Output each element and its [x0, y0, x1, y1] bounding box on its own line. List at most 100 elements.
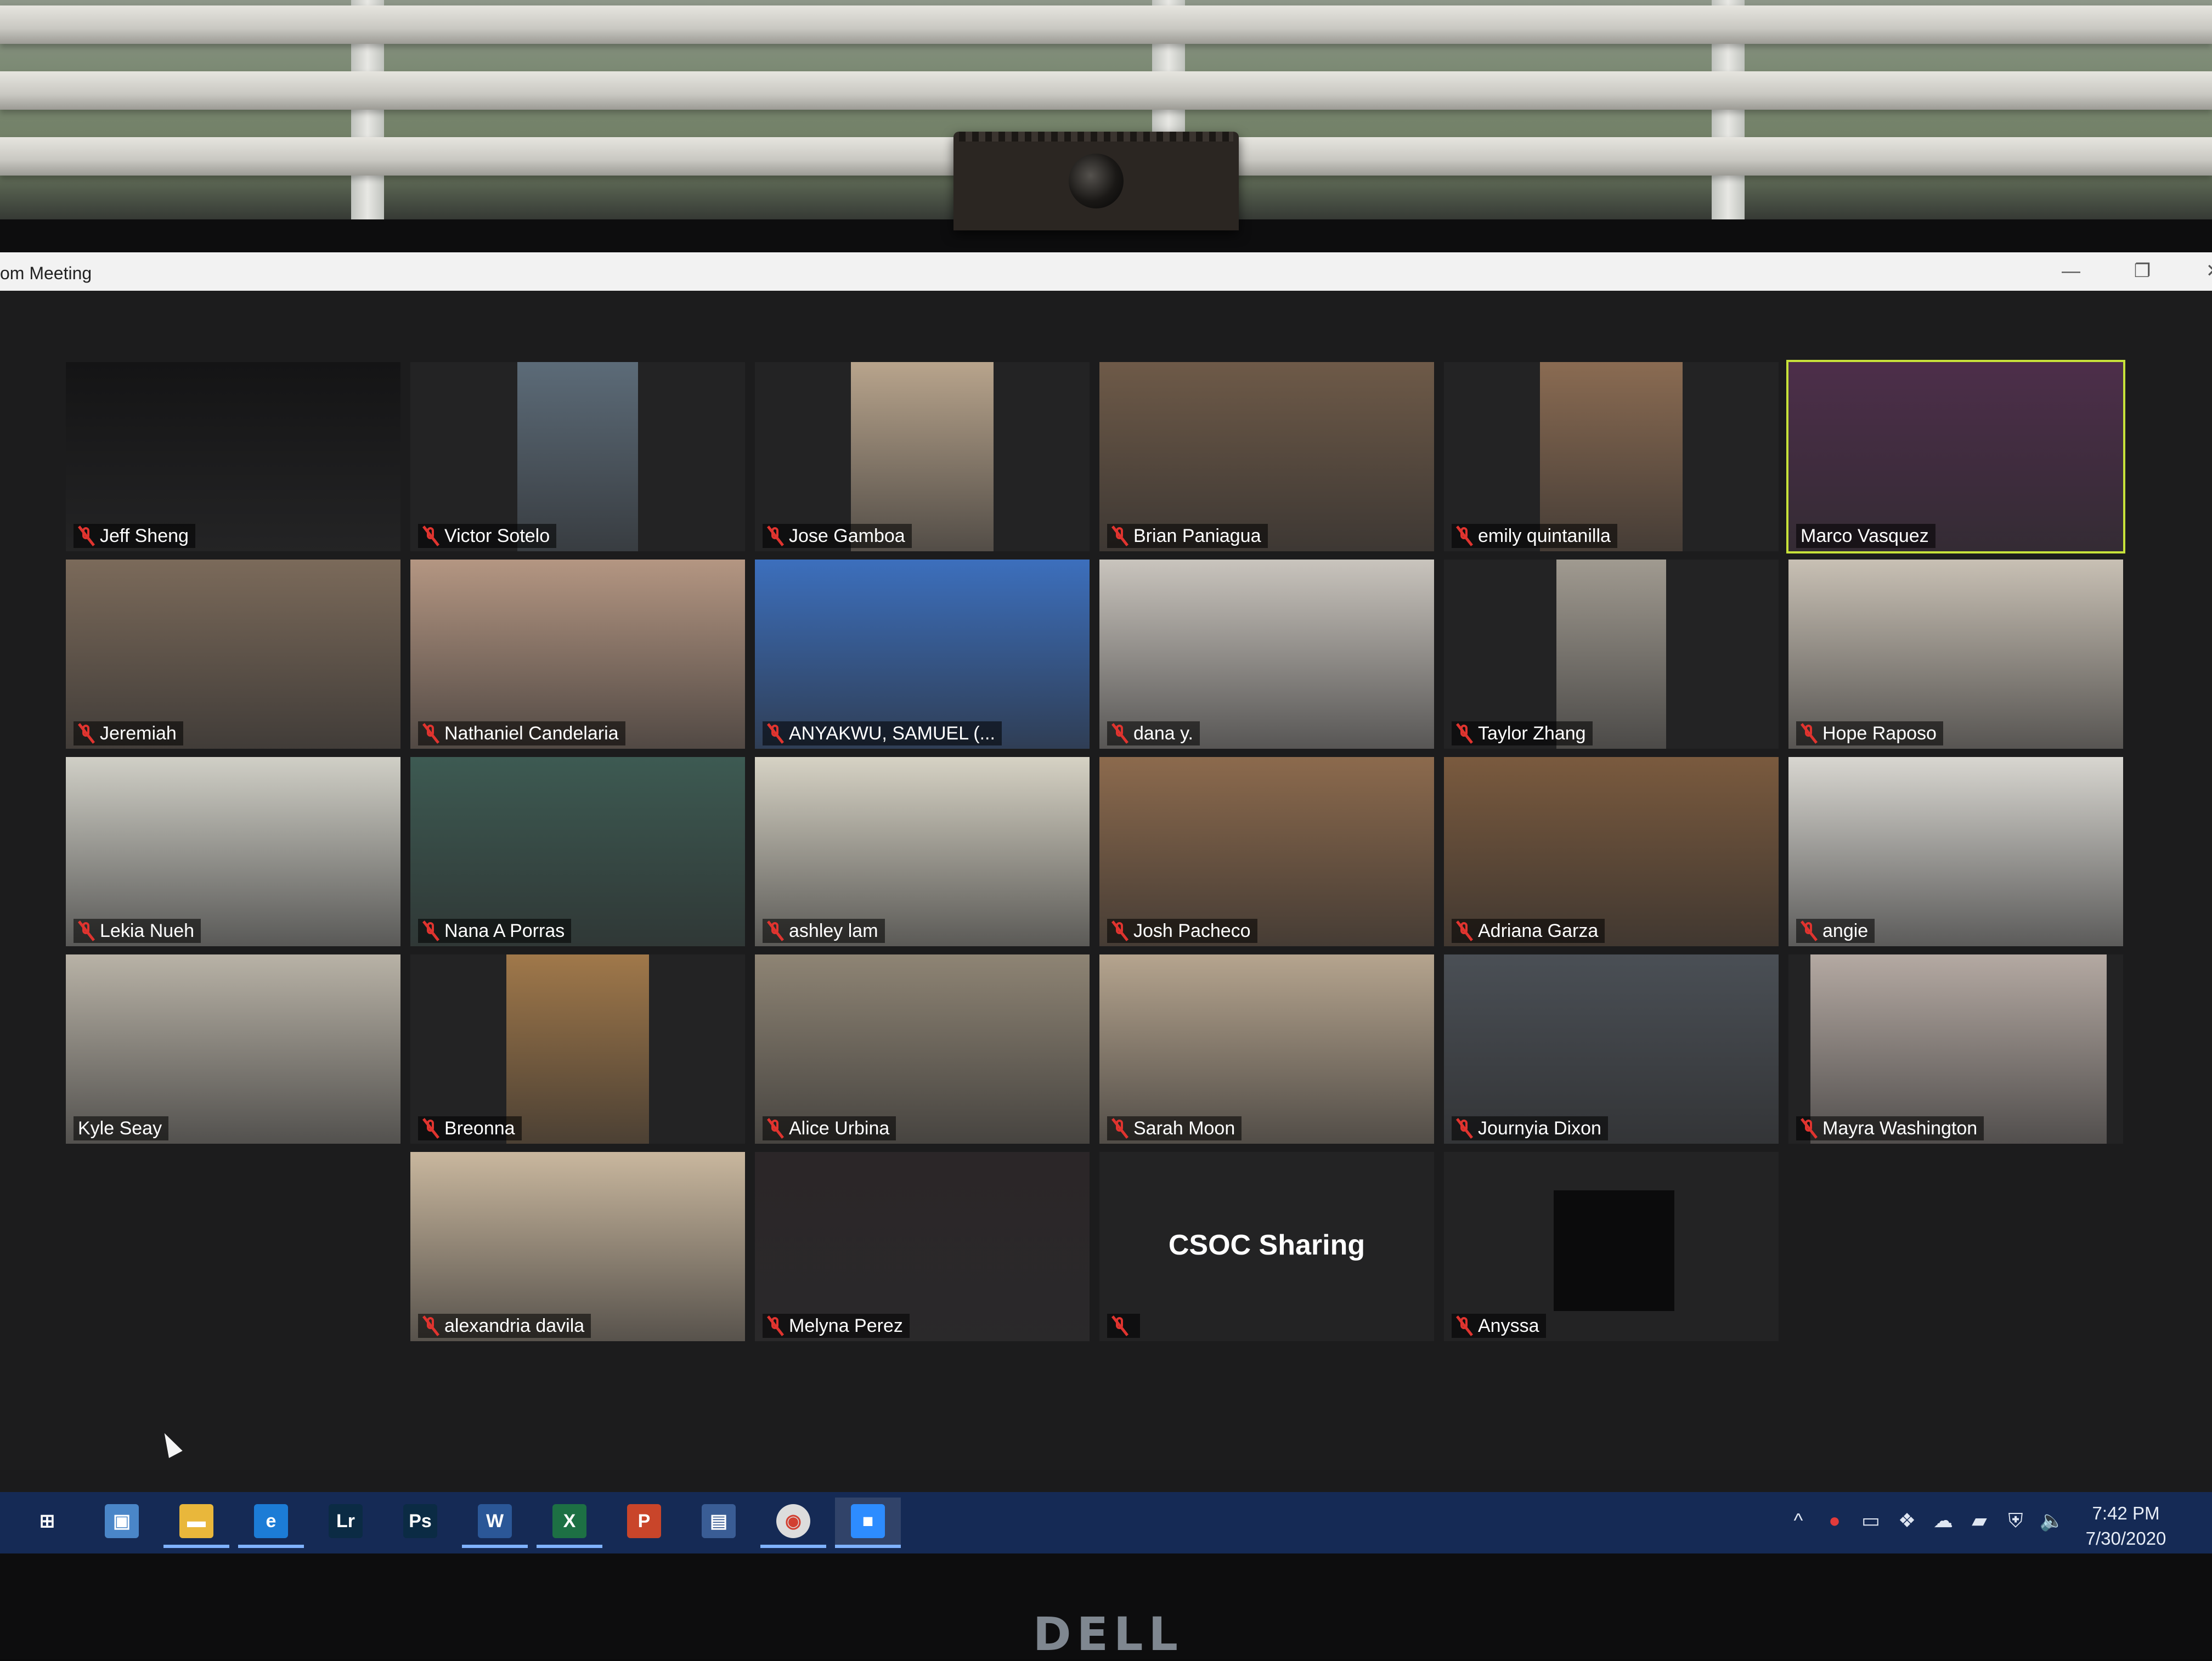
participant-name: Alice Urbina: [789, 1118, 890, 1139]
participant-name: Josh Pacheco: [1133, 920, 1251, 941]
muted-mic-icon: [78, 920, 94, 942]
participant-video: [1788, 362, 2123, 551]
participant-video: [755, 757, 1090, 946]
taskbar-button[interactable]: ▬: [163, 1498, 229, 1548]
participant-tile[interactable]: dana y.: [1099, 560, 1434, 749]
muted-mic-icon: [1111, 722, 1128, 744]
window-title: om Meeting: [0, 263, 92, 283]
webcam-grill: [959, 132, 1233, 142]
participant-video: [66, 954, 400, 1144]
participant-tile[interactable]: alexandria davila: [410, 1152, 745, 1341]
window-blind: [0, 71, 2212, 110]
participant-name-tag: Jose Gamboa: [763, 524, 912, 548]
participant-video: [506, 954, 649, 1144]
participant-tile[interactable]: Mayra Washington: [1788, 954, 2123, 1144]
participant-tile[interactable]: Hope Raposo: [1788, 560, 2123, 749]
participant-video: [1099, 954, 1434, 1144]
restore-button[interactable]: ❐: [2118, 256, 2167, 286]
taskbar-button[interactable]: ▤: [686, 1498, 752, 1548]
participant-tile[interactable]: Jeremiah: [66, 560, 400, 749]
taskbar-button[interactable]: ◉: [760, 1498, 826, 1548]
participant-tile[interactable]: Jeff Sheng: [66, 362, 400, 551]
participant-name-tag: Lekia Nueh: [74, 919, 201, 943]
participant-tile[interactable]: Marco Vasquez: [1786, 360, 2125, 553]
cloud-icon[interactable]: ☁: [1931, 1509, 1955, 1533]
chevron-up-icon[interactable]: ^: [1786, 1509, 1810, 1533]
participant-name-tag: Journyia Dixon: [1452, 1116, 1608, 1140]
participant-tile[interactable]: Taylor Zhang: [1444, 560, 1779, 749]
shield-icon[interactable]: ⛨: [2004, 1509, 2028, 1533]
participant-tile[interactable]: Breonna: [410, 954, 745, 1144]
participant-tile[interactable]: emily quintanilla: [1444, 362, 1779, 551]
muted-mic-icon: [422, 722, 439, 744]
participant-tile[interactable]: Journyia Dixon: [1444, 954, 1779, 1144]
participant-tile[interactable]: Adriana Garza: [1444, 757, 1779, 946]
task-view-icon: ⊞: [39, 1511, 55, 1532]
participant-tile[interactable]: Nathaniel Candelaria: [410, 560, 745, 749]
participant-tile[interactable]: Jose Gamboa: [755, 362, 1090, 551]
taskbar-button[interactable]: X: [537, 1498, 602, 1548]
webcam: [953, 132, 1239, 230]
muted-mic-icon: [1456, 1117, 1472, 1139]
battery-icon[interactable]: ▰: [1967, 1509, 1991, 1533]
participant-name: angie: [1822, 920, 1869, 941]
participant-video: [1810, 954, 2107, 1144]
participant-video: [1099, 362, 1434, 551]
taskbar-button[interactable]: ⊞: [14, 1498, 80, 1548]
participant-tile[interactable]: ashley lam: [755, 757, 1090, 946]
participant-tile[interactable]: Brian Paniagua: [1099, 362, 1434, 551]
muted-mic-icon: [767, 1117, 783, 1139]
dropbox-icon[interactable]: ❖: [1895, 1509, 1919, 1533]
participant-video: [1788, 757, 2123, 946]
participant-video: [1099, 560, 1434, 749]
excel-icon: X: [552, 1504, 586, 1538]
taskbar-button[interactable]: ■: [835, 1498, 901, 1548]
zoom-icon: ■: [851, 1504, 885, 1538]
taskbar-button[interactable]: e: [238, 1498, 304, 1548]
participant-tile[interactable]: Alice Urbina: [755, 954, 1090, 1144]
record-icon[interactable]: ●: [1822, 1509, 1847, 1533]
participant-tile[interactable]: ANYAKWU, SAMUEL (...: [755, 560, 1090, 749]
participant-video: [1444, 757, 1779, 946]
minimize-button[interactable]: —: [2046, 256, 2096, 286]
close-button[interactable]: ✕: [2189, 256, 2212, 286]
participant-video: [410, 757, 745, 946]
clock-time: 7:42 PM: [2092, 1503, 2160, 1523]
participant-tile[interactable]: Kyle Seay: [66, 954, 400, 1144]
participant-name-tag: Melyna Perez: [763, 1314, 910, 1338]
participant-tile[interactable]: Sarah Moon: [1099, 954, 1434, 1144]
participant-video: [1556, 560, 1666, 749]
participant-name-tag: ANYAKWU, SAMUEL (...: [763, 721, 1002, 745]
muted-mic-icon: [422, 1117, 439, 1139]
window-blind: [0, 5, 2212, 44]
scanner-app-icon: ▤: [702, 1504, 736, 1538]
participant-video: [66, 362, 400, 551]
taskbar-button[interactable]: P: [611, 1498, 677, 1548]
participant-video: [755, 560, 1090, 749]
muted-mic-icon: [1111, 920, 1128, 942]
taskbar-button[interactable]: W: [462, 1498, 528, 1548]
participant-name: Jose Gamboa: [789, 526, 905, 546]
muted-mic-icon: [1111, 525, 1128, 547]
participant-tile[interactable]: Nana A Porras: [410, 757, 745, 946]
word-icon: W: [478, 1504, 512, 1538]
taskbar-button[interactable]: Ps: [387, 1498, 453, 1548]
participant-tile[interactable]: Josh Pacheco: [1099, 757, 1434, 946]
participant-tile[interactable]: angie: [1788, 757, 2123, 946]
display-icon[interactable]: ▭: [1859, 1509, 1883, 1533]
taskbar-clock[interactable]: 7:42 PM 7/30/2020: [2068, 1501, 2183, 1551]
participant-name: Adriana Garza: [1478, 920, 1599, 941]
taskbar-button[interactable]: Lr: [313, 1498, 379, 1548]
muted-mic-icon: [1456, 722, 1472, 744]
participant-tile[interactable]: CSOC Sharing: [1099, 1152, 1434, 1341]
taskbar: ⊞ ▣ ▬ e Lr Ps W X P ▤ ◉ ■ ^ ● ▭ ❖ ☁ ▰ ⛨ 🔈 7:42 PM 7/30/202…: [0, 1492, 2212, 1553]
taskbar-button[interactable]: ▣: [89, 1498, 155, 1548]
participant-name-tag: Breonna: [418, 1116, 522, 1140]
muted-mic-icon: [1801, 722, 1817, 744]
participant-tile[interactable]: Victor Sotelo: [410, 362, 745, 551]
volume-icon[interactable]: 🔈: [2040, 1509, 2064, 1533]
participant-tile[interactable]: Anyssa: [1444, 1152, 1779, 1341]
muted-mic-icon: [767, 1315, 783, 1337]
participant-tile[interactable]: Lekia Nueh: [66, 757, 400, 946]
participant-tile[interactable]: Melyna Perez: [755, 1152, 1090, 1341]
